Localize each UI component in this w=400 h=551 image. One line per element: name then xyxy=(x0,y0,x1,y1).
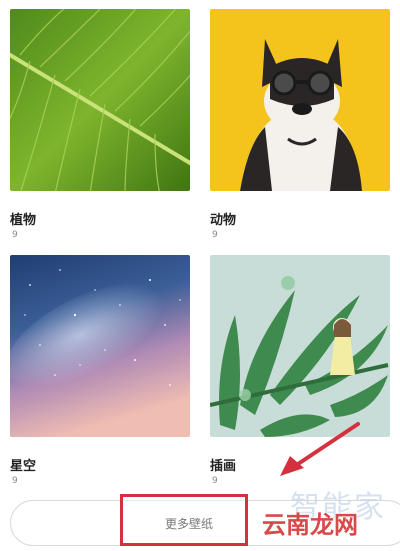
category-count: 9 xyxy=(12,230,18,240)
animals-thumbnail[interactable] xyxy=(210,9,390,191)
category-label: 动物 xyxy=(210,213,237,228)
annotation-arrow-icon xyxy=(280,422,360,476)
watermark-bottom: 云南龙网 xyxy=(262,511,358,539)
starry-sky-thumbnail[interactable] xyxy=(10,255,190,437)
plants-thumbnail[interactable] xyxy=(10,9,190,191)
category-count: 9 xyxy=(212,230,218,240)
category-label: 星空 xyxy=(10,459,37,474)
more-wallpapers-button[interactable]: 更多壁纸 xyxy=(165,515,213,532)
category-label: 插画 xyxy=(210,459,237,474)
category-label: 植物 xyxy=(10,213,37,228)
category-count: 9 xyxy=(212,476,218,486)
wallpaper-category-grid: 植物 9 动物 9 星空 9 插画 9 xyxy=(0,0,400,486)
category-count: 9 xyxy=(12,476,18,486)
